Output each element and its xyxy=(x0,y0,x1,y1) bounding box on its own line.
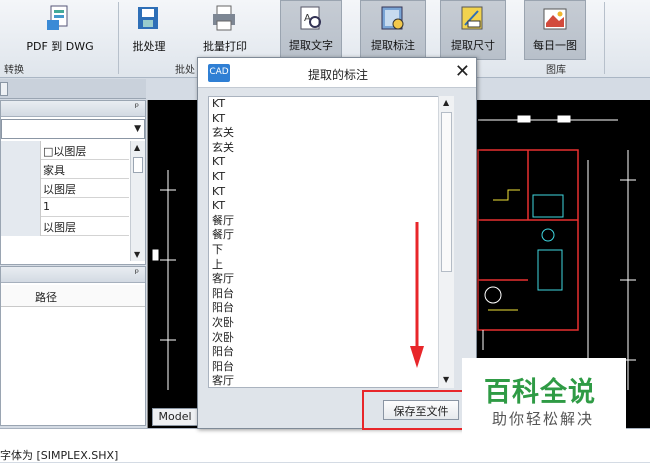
paths-header-label: 路径 xyxy=(35,291,57,304)
list-item[interactable]: KT xyxy=(209,97,453,112)
scroll-down-icon[interactable]: ▼ xyxy=(134,250,140,259)
daily-drawing-icon xyxy=(543,8,567,30)
watermark-subtitle: 助你轻松解决 xyxy=(492,410,595,428)
pdf-to-dwg-label: PDF 到 DWG xyxy=(26,40,94,53)
red-arrow-annotation xyxy=(410,222,424,368)
small-tab[interactable] xyxy=(0,82,8,96)
baike-watermark: 百科全说 助你轻松解决 xyxy=(462,358,626,436)
extract-dimension-icon xyxy=(461,6,483,30)
pin-icon[interactable]: ᵖ xyxy=(135,268,139,279)
paths-column-header[interactable]: 路径 xyxy=(1,285,145,307)
paths-panel: ᵖ 路径 xyxy=(0,266,146,426)
extract-dimension-label: 提取尺寸 xyxy=(451,39,495,52)
batch-print-button[interactable]: 批量打印 xyxy=(194,0,256,60)
batch-print-icon xyxy=(213,5,235,31)
property-row[interactable]: 家具 xyxy=(1,160,129,179)
extract-annotation-icon xyxy=(381,6,404,30)
property-value: 以图层 xyxy=(53,145,87,158)
checkbox-icon[interactable]: □ xyxy=(43,145,53,158)
scroll-up-icon[interactable]: ▲ xyxy=(134,143,140,152)
dialog-title: 提取的标注 xyxy=(308,68,369,82)
list-item[interactable]: KT xyxy=(209,155,453,170)
properties-grid: □以图层 家具 以图层 1 以图层 xyxy=(1,141,129,236)
status-text: 字体为 [SIMPLEX.SHX] xyxy=(0,449,119,462)
property-value: 以图层 xyxy=(43,221,76,234)
pdf-to-dwg-button[interactable]: PDF 到 DWG xyxy=(18,0,102,60)
property-row[interactable]: □以图层 xyxy=(1,141,129,160)
cad-logo-icon: CAD xyxy=(208,64,230,82)
property-row[interactable]: 以图层 xyxy=(1,179,129,198)
annotations-scrollbar[interactable]: ▲ ▼ xyxy=(438,96,454,388)
properties-scrollbar[interactable]: ▲ ▼ xyxy=(130,141,145,261)
daily-drawing-button[interactable]: 每日一图 xyxy=(524,0,586,60)
extract-annotation-button[interactable]: 提取标注 xyxy=(360,0,426,60)
extract-text-button[interactable]: A 提取文字 xyxy=(280,0,342,60)
watermark-title: 百科全说 xyxy=(484,377,596,408)
list-item[interactable]: KT xyxy=(209,170,453,185)
close-icon[interactable]: ✕ xyxy=(455,61,470,82)
property-value: 家具 xyxy=(43,164,65,177)
dialog-titlebar: CAD 提取的标注 ✕ xyxy=(198,58,476,88)
list-item[interactable]: 客厅 xyxy=(209,374,453,387)
batch-icon xyxy=(138,7,158,29)
paths-panel-title: ᵖ xyxy=(1,267,145,283)
list-item[interactable]: KT xyxy=(209,185,453,200)
extracted-annotations-dialog: CAD 提取的标注 ✕ KT KT 玄关 玄关 KT KT KT KT 餐厅 餐厅下上客厅 阳台 阳台… xyxy=(197,57,477,429)
list-item[interactable]: 玄关 xyxy=(209,126,453,141)
property-row[interactable]: 以图层 xyxy=(1,217,129,236)
properties-panel-title: ᵖ xyxy=(1,101,145,117)
group-label-gallery: 图库 xyxy=(546,65,566,76)
properties-panel: ᵖ ▼ □以图层 家具 以图层 1 以图层 ▲ ▼ xyxy=(0,100,146,265)
property-value: 以图层 xyxy=(43,183,76,196)
daily-drawing-label: 每日一图 xyxy=(533,39,577,52)
model-tab[interactable]: Model xyxy=(152,408,198,426)
scroll-thumb[interactable] xyxy=(133,157,143,173)
property-value: 1 xyxy=(43,200,50,213)
chevron-down-icon: ▼ xyxy=(134,124,141,134)
scroll-thumb[interactable] xyxy=(441,112,452,272)
batch-print-label: 批量打印 xyxy=(203,40,247,53)
ribbon-separator xyxy=(604,2,605,74)
property-row[interactable]: 1 xyxy=(1,198,129,217)
pdf-to-dwg-icon xyxy=(47,5,68,30)
list-item[interactable]: 玄关 xyxy=(209,141,453,156)
list-item[interactable]: KT xyxy=(209,112,453,127)
pin-icon[interactable]: ᵖ xyxy=(135,102,139,113)
batch-label: 批处理 xyxy=(132,40,166,53)
list-item[interactable]: KT xyxy=(209,199,453,214)
left-toolbar-strip xyxy=(0,79,146,99)
group-label-convert: 转换 xyxy=(4,65,24,76)
scroll-up-icon[interactable]: ▲ xyxy=(443,98,449,107)
group-label-batch: 批处 xyxy=(175,65,195,76)
extract-annotation-label: 提取标注 xyxy=(371,39,415,52)
scroll-down-icon[interactable]: ▼ xyxy=(443,375,449,384)
extract-text-label: 提取文字 xyxy=(289,39,333,52)
extract-dimension-button[interactable]: 提取尺寸 xyxy=(440,0,506,60)
properties-selector[interactable]: ▼ xyxy=(1,119,145,139)
extract-text-icon: A xyxy=(300,6,321,30)
ribbon-separator xyxy=(118,2,119,74)
batch-button[interactable]: 批处理 xyxy=(124,0,174,60)
highlight-box xyxy=(362,390,464,430)
